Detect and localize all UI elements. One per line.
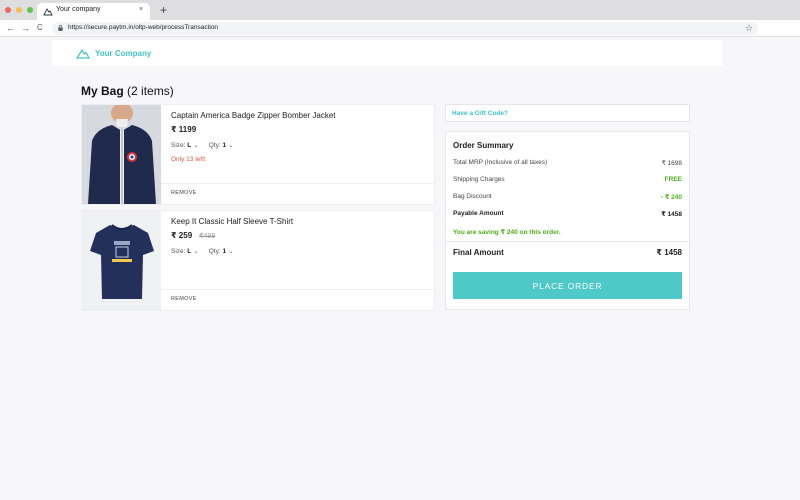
product-options: Size: L ⌄ Qty: 1 ⌄ (171, 247, 234, 255)
saving-note: You are saving ₹ 240 on this order. (453, 229, 561, 236)
summary-label: Shipping Charges (453, 176, 505, 183)
browser-tab[interactable]: Your company × (37, 3, 150, 20)
summary-value: ₹ 1698 (661, 160, 682, 167)
forward-icon[interactable]: → (21, 22, 30, 34)
qty-selector[interactable]: Qty: 1 ⌄ (209, 141, 234, 149)
qty-label: Qty: (208, 142, 221, 149)
company-name[interactable]: Your Company (95, 49, 151, 58)
tab-close-icon[interactable]: × (139, 6, 143, 13)
gift-code-link[interactable]: Have a Gift Code? (452, 110, 508, 117)
final-amount-value: ₹ 1458 (656, 248, 682, 257)
url-input[interactable]: https://secure.paytm.in/oltp-web/process… (52, 22, 758, 35)
product-options: Size: L ⌄ Qty: 1 ⌄ (171, 141, 234, 149)
size-value: L (187, 248, 192, 255)
company-logo-icon (76, 48, 90, 59)
stock-warning: Only 13 left! (171, 156, 206, 163)
close-window-button[interactable] (5, 7, 11, 13)
qty-value: 1 (222, 248, 227, 255)
qty-label: Qty: (208, 248, 221, 255)
back-icon[interactable]: ← (6, 22, 15, 34)
bag-item-card: Keep It Classic Half Sleeve T-Shirt ₹ 25… (81, 210, 435, 311)
lock-icon (58, 25, 63, 31)
product-mrp: ₹499 (199, 233, 216, 240)
site-header: Your Company (52, 40, 723, 66)
final-amount-row: Final Amount ₹ 1458 (453, 248, 682, 257)
size-label: Size: (171, 248, 186, 255)
browser-tab-bar: Your company × + (0, 0, 800, 20)
divider (446, 241, 689, 242)
summary-row-discount: Bag Discount - ₹ 240 (453, 193, 682, 201)
size-selector[interactable]: Size: L ⌄ (171, 141, 199, 149)
new-tab-button[interactable]: + (160, 3, 167, 17)
address-bar: ← → C https://secure.paytm.in/oltp-web/p… (0, 20, 800, 37)
maximize-window-button[interactable] (27, 7, 33, 13)
size-label: Size: (171, 142, 186, 149)
product-price-value: ₹ 1199 (171, 125, 197, 134)
qty-value: 1 (222, 142, 227, 149)
reload-icon[interactable]: C (37, 22, 43, 34)
remove-button[interactable]: REMOVE (171, 296, 197, 302)
chevron-down-icon: ⌄ (228, 142, 234, 149)
order-summary-title: Order Summary (453, 141, 514, 150)
qty-selector[interactable]: Qty: 1 ⌄ (209, 247, 234, 255)
summary-value: FREE (664, 176, 682, 183)
divider (161, 183, 434, 184)
page-title: My Bag (2 items) (81, 84, 174, 98)
size-value: L (187, 142, 192, 149)
product-price: ₹ 1199 (171, 125, 196, 134)
product-image-jacket[interactable] (82, 105, 161, 204)
window-controls (5, 7, 33, 13)
bag-title: My Bag (81, 84, 124, 98)
divider (161, 289, 434, 290)
cloud-logo-icon (43, 8, 53, 16)
summary-row-shipping: Shipping Charges FREE (453, 176, 682, 183)
summary-label: Total MRP (Inclusive of all taxes) (453, 159, 548, 166)
final-amount-label: Final Amount (453, 248, 504, 257)
summary-row-payable: Payable Amount ₹ 1458 (453, 210, 682, 218)
chevron-down-icon: ⌄ (193, 248, 199, 255)
place-order-button[interactable]: PLACE ORDER (453, 272, 682, 299)
size-selector[interactable]: Size: L ⌄ (171, 247, 199, 255)
product-name[interactable]: Captain America Badge Zipper Bomber Jack… (171, 111, 336, 120)
product-image-tshirt[interactable] (82, 211, 161, 310)
summary-value: ₹ 1458 (661, 211, 682, 218)
summary-value: - ₹ 240 (660, 194, 682, 201)
minimize-window-button[interactable] (16, 7, 22, 13)
bag-item-card: Captain America Badge Zipper Bomber Jack… (81, 104, 435, 205)
chevron-down-icon: ⌄ (228, 248, 234, 255)
summary-row-total-mrp: Total MRP (Inclusive of all taxes) ₹ 169… (453, 159, 682, 167)
bag-item-count: (2 items) (127, 84, 174, 98)
gift-code-box: Have a Gift Code? (445, 104, 690, 122)
url-text: https://secure.paytm.in/oltp-web/process… (68, 24, 219, 31)
chevron-down-icon: ⌄ (193, 142, 199, 149)
product-price-value: ₹ 259 (171, 231, 193, 240)
order-summary: Order Summary Total MRP (Inclusive of al… (445, 131, 690, 310)
product-price: ₹ 259 ₹499 (171, 231, 215, 240)
summary-label: Bag Discount (453, 193, 492, 200)
remove-button[interactable]: REMOVE (171, 190, 197, 196)
summary-label: Payable Amount (453, 210, 504, 217)
tab-title: Your company (56, 6, 101, 13)
bookmark-star-icon[interactable]: ☆ (745, 22, 753, 35)
product-name[interactable]: Keep It Classic Half Sleeve T-Shirt (171, 217, 293, 226)
